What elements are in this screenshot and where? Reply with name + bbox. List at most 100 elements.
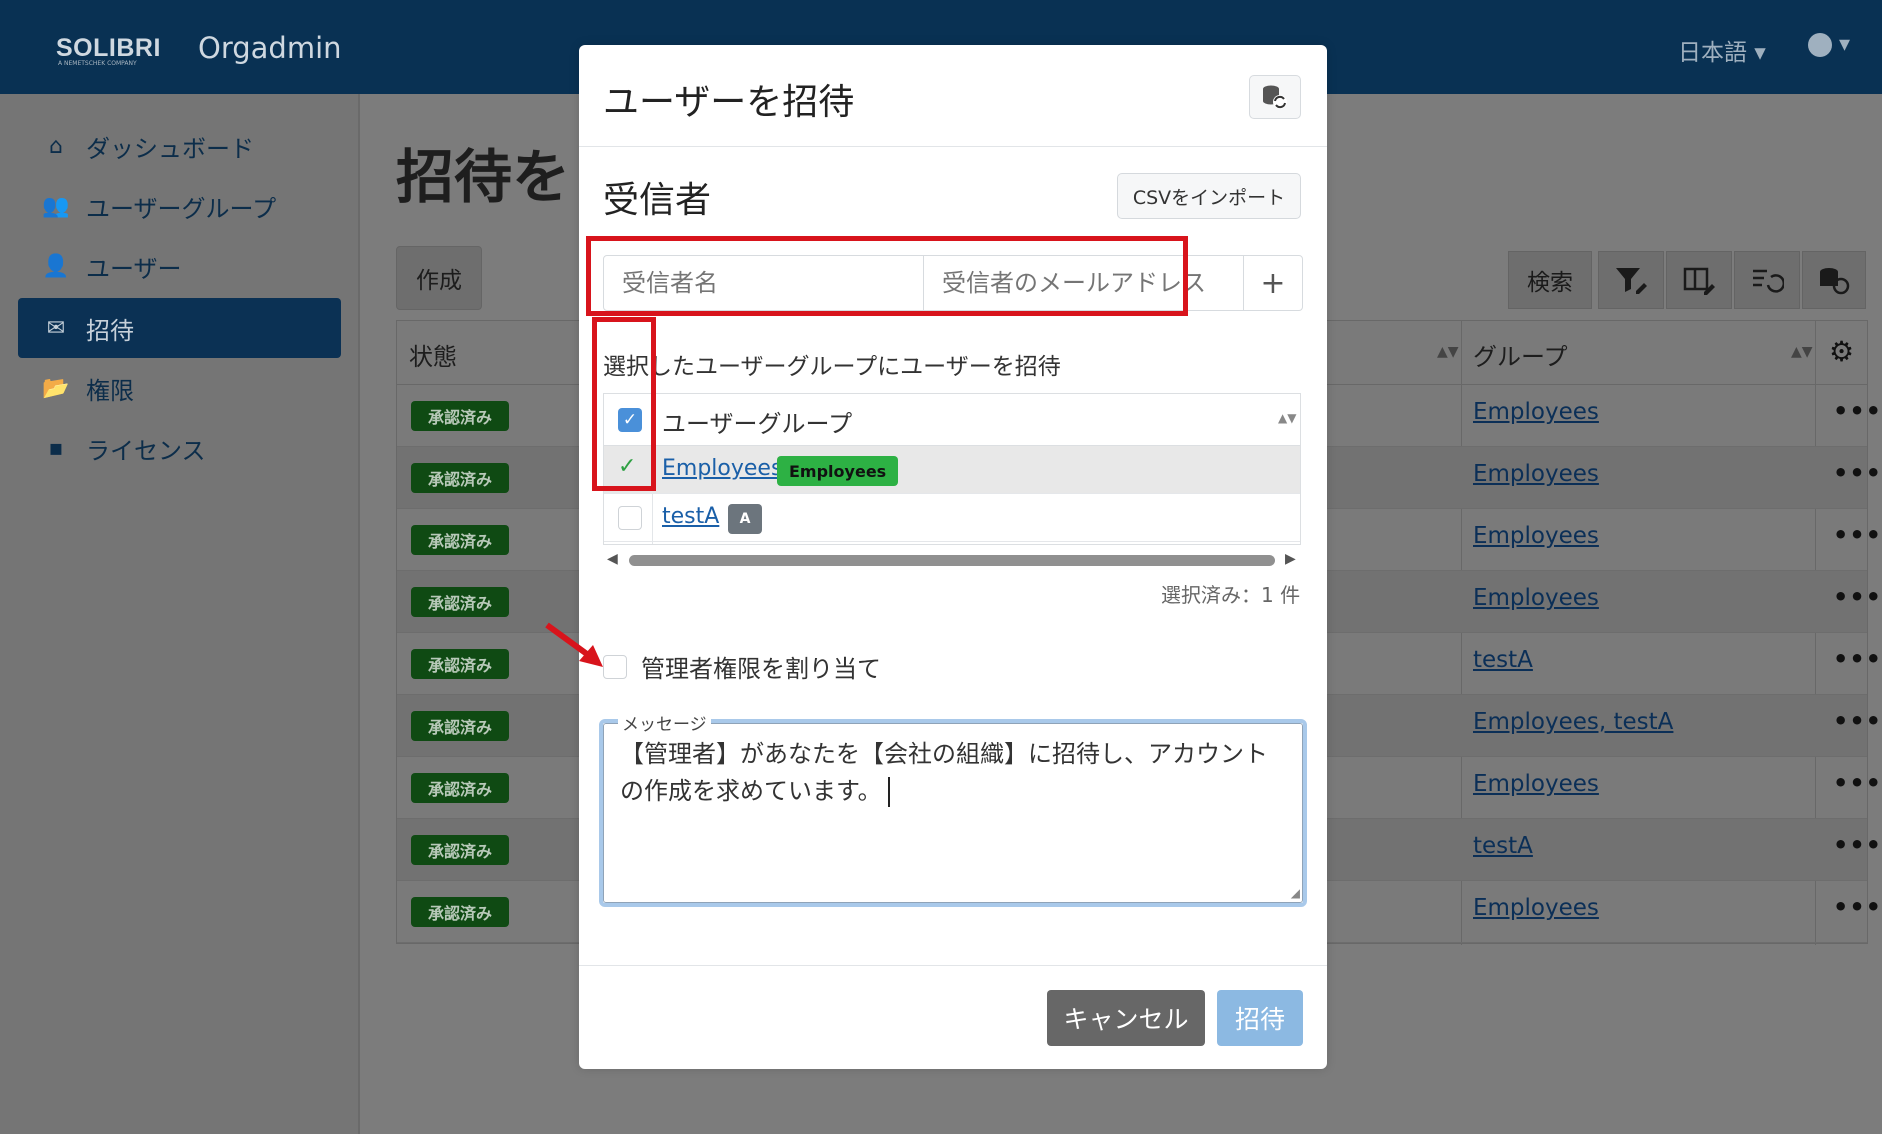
group-link[interactable]: Employees (662, 456, 782, 481)
recipient-name-input[interactable] (604, 256, 924, 310)
sidebar: ⌂ ダッシュボード 👥 ユーザーグループ 👤 ユーザー ✉ 招待 📂 権限 ▪ … (0, 94, 360, 1134)
envelope-icon: ✉ (46, 315, 66, 341)
scroll-right-icon[interactable]: ▶ (1285, 551, 1296, 567)
status-badge: 承認済み (411, 773, 509, 803)
select-all-checkbox[interactable]: ✓ (618, 408, 642, 432)
group-link[interactable]: testA (1473, 833, 1533, 859)
horizontal-scrollbar[interactable]: ◀ ▶ (603, 551, 1301, 569)
group-link[interactable]: Employees (1473, 585, 1599, 611)
row-actions-icon[interactable]: ••• (1833, 893, 1882, 921)
status-badge: 承認済み (411, 587, 509, 617)
add-recipient-button[interactable]: + (1244, 256, 1302, 310)
column-edit-icon (1683, 267, 1715, 295)
row-actions-icon[interactable]: ••• (1833, 521, 1882, 549)
database-refresh-icon (1263, 85, 1287, 109)
message-textarea[interactable]: メッセージ 【管理者】があなたを【会社の組織】に招待し、アカウントの作成を求めて… (603, 710, 1303, 903)
text-caret (887, 777, 890, 807)
home-icon: ⌂ (49, 133, 63, 159)
row-actions-icon[interactable]: ••• (1833, 707, 1882, 735)
user-menu[interactable]: ▾ (1808, 32, 1850, 57)
grid-row[interactable]: testA A (604, 494, 1300, 542)
group-tag: Employees (777, 456, 899, 486)
filter-edit-icon (1616, 268, 1647, 294)
recipient-email-input[interactable] (924, 256, 1244, 310)
invite-button[interactable]: 招待 (1217, 990, 1303, 1046)
row-actions-icon[interactable]: ••• (1833, 769, 1882, 797)
row-actions-icon[interactable]: ••• (1833, 583, 1882, 611)
group-link[interactable]: testA (662, 504, 719, 529)
sidebar-item-label: ダッシュボード (86, 134, 254, 163)
row-actions-icon[interactable]: ••• (1833, 645, 1882, 673)
cancel-button[interactable]: キャンセル (1047, 990, 1205, 1046)
message-text: 【管理者】があなたを【会社の組織】に招待し、アカウントの作成を求めています。 (620, 740, 1268, 805)
row-checkbox[interactable] (618, 506, 642, 530)
invite-user-modal: ユーザーを招待 受信者 CSVをインポート + 選択したユーザーグループにユーザ… (545, 45, 1327, 1069)
sidebar-item-dashboard[interactable]: ⌂ ダッシュボード (18, 116, 341, 176)
search-button[interactable]: 検索 (1508, 251, 1592, 309)
create-button[interactable]: 作成 (396, 246, 482, 310)
assign-admin-row[interactable]: 管理者権限を割り当て (603, 649, 881, 684)
row-actions-icon[interactable]: ••• (1833, 397, 1882, 425)
message-field[interactable]: メッセージ 【管理者】があなたを【会社の組織】に招待し、アカウントの作成を求めて… (599, 710, 1307, 907)
modal-header: ユーザーを招待 (579, 45, 1327, 147)
sort-icon[interactable]: ▲▼ (1437, 345, 1459, 359)
row-actions-icon[interactable]: ••• (1833, 459, 1882, 487)
group-link[interactable]: Employees (1473, 771, 1599, 797)
user-menu-caret: ▾ (1839, 32, 1851, 57)
sort-icon[interactable]: ▲▼ (1791, 345, 1813, 359)
status-badge: 承認済み (411, 835, 509, 865)
table-settings-gear-icon[interactable]: ⚙ (1829, 335, 1854, 368)
assign-admin-checkbox[interactable] (603, 654, 627, 679)
reset-filter-icon (1753, 269, 1784, 293)
group-link[interactable]: Employees (1473, 399, 1599, 425)
sidebar-item-licenses[interactable]: ▪ ライセンス (18, 418, 341, 478)
group-link[interactable]: Employees (1473, 895, 1599, 921)
modal-footer (579, 965, 1327, 1069)
sidebar-item-label: 招待 (86, 316, 134, 345)
refresh-data-button[interactable] (1802, 251, 1866, 309)
status-badge: 承認済み (411, 711, 509, 741)
group-link[interactable]: testA (1473, 647, 1533, 673)
scroll-left-icon[interactable]: ◀ (607, 551, 618, 567)
group-link[interactable]: Employees (1473, 461, 1599, 487)
user-avatar-icon (1808, 33, 1832, 57)
grid-header-label[interactable]: ユーザーグループ (662, 404, 852, 439)
sidebar-item-users[interactable]: 👤 ユーザー (18, 236, 341, 296)
message-label: メッセージ (618, 710, 711, 735)
user-group-grid: ✓ ユーザーグループ ▲▼ ✓ Employees Employees test… (603, 393, 1301, 545)
column-edit-button[interactable] (1666, 251, 1732, 309)
status-badge: 承認済み (411, 897, 509, 927)
filter-edit-button[interactable] (1598, 251, 1664, 309)
plus-icon: + (1260, 265, 1286, 301)
group-link[interactable]: Employees, testA (1473, 709, 1673, 735)
modal-title: ユーザーを招待 (603, 82, 855, 123)
status-badge: 承認済み (411, 401, 509, 431)
database-refresh-icon (1820, 268, 1850, 295)
column-header-status[interactable]: 状態 (409, 337, 457, 372)
column-header-group[interactable]: グループ (1473, 337, 1568, 372)
row-selected-check-icon[interactable]: ✓ (618, 454, 636, 479)
user-icon: 👤 (42, 253, 70, 279)
status-badge: 承認済み (411, 649, 509, 679)
scrollbar-thumb[interactable] (629, 555, 1275, 566)
app-name[interactable]: Orgadmin (198, 31, 342, 65)
language-dropdown[interactable]: 日本語 ▾ (1678, 33, 1766, 67)
sidebar-item-label: ライセンス (86, 436, 206, 465)
status-badge: 承認済み (411, 525, 509, 555)
refresh-button[interactable] (1249, 75, 1301, 119)
brand-logo[interactable]: SOLIBRI (56, 34, 161, 63)
sidebar-item-permissions[interactable]: 📂 権限 (18, 358, 341, 418)
sidebar-item-label: 権限 (86, 376, 134, 405)
grid-row[interactable]: ✓ Employees Employees (604, 446, 1300, 494)
reset-filter-button[interactable] (1734, 251, 1800, 309)
assign-admin-label[interactable]: 管理者権限を割り当て (641, 649, 881, 684)
csv-import-button[interactable]: CSVをインポート (1117, 173, 1301, 219)
sidebar-item-invitations[interactable]: ✉ 招待 (18, 298, 341, 358)
resize-handle-icon[interactable]: ◢ (1291, 886, 1300, 900)
sort-icon[interactable]: ▲▼ (1278, 412, 1296, 424)
selected-count: 選択済み：1 件 (1161, 583, 1301, 607)
row-actions-icon[interactable]: ••• (1833, 831, 1882, 859)
group-link[interactable]: Employees (1473, 523, 1599, 549)
sidebar-item-user-groups[interactable]: 👥 ユーザーグループ (18, 176, 341, 236)
recipient-input-group: + (603, 255, 1303, 311)
